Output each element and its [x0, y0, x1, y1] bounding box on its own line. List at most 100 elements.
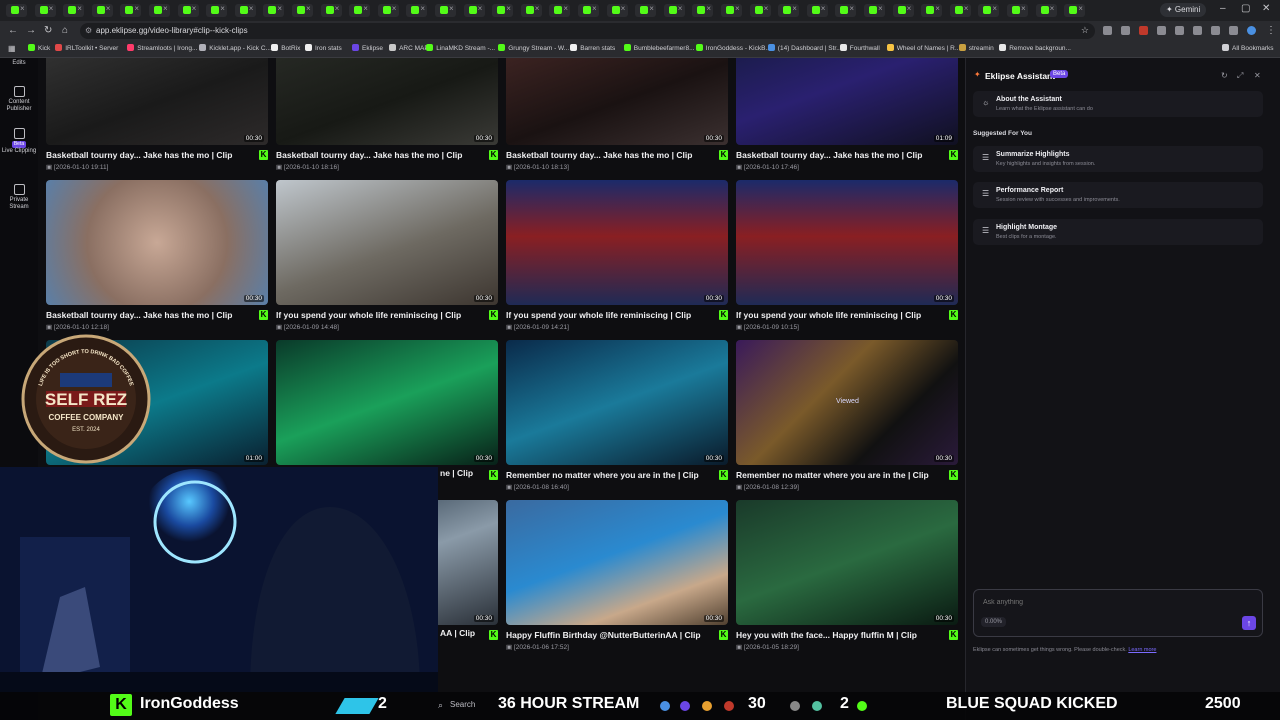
bookmark-item[interactable]: Kicklet.app - Kick C...	[199, 44, 271, 54]
send-arrow-icon[interactable]: ↑	[1242, 616, 1256, 630]
browser-tab[interactable]: ×	[949, 4, 971, 17]
clip-title[interactable]: Remember no matter where you are in the …	[506, 470, 716, 480]
profile-avatar[interactable]	[1247, 26, 1256, 35]
bookmark-item[interactable]: Grungy Stream - W...	[498, 44, 569, 54]
tab-close-icon[interactable]: ×	[277, 4, 282, 13]
tab-close-icon[interactable]: ×	[106, 4, 111, 13]
tab-close-icon[interactable]: ×	[621, 4, 626, 13]
clip-thumbnail[interactable]: 00:30 Viewed	[736, 340, 958, 465]
bookmark-item[interactable]: BotRix	[271, 44, 300, 54]
tab-close-icon[interactable]: ×	[849, 4, 854, 13]
bookmark-item[interactable]: Bumblebeefarmer8...	[623, 44, 695, 54]
bookmark-item[interactable]: Iron stats	[305, 44, 342, 54]
extension-icon[interactable]	[1193, 26, 1202, 35]
tab-close-icon[interactable]: ×	[764, 4, 769, 13]
about-assistant-item[interactable]: ☼ About the Assistant Learn what the Ekl…	[973, 91, 1263, 117]
tab-close-icon[interactable]: ×	[249, 4, 254, 13]
tab-close-icon[interactable]: ×	[220, 4, 225, 13]
clip-title[interactable]: Basketball tourny day... Jake has the mo…	[46, 150, 256, 160]
clip-card[interactable]: 00:30 Basketball tourny day... Jake has t…	[506, 58, 728, 171]
browser-tab[interactable]: ×	[120, 4, 142, 17]
nav-edits[interactable]: Edits	[0, 60, 38, 67]
bookmark-star-icon[interactable]: ☆	[1081, 25, 1089, 36]
clip-thumbnail[interactable]: 00:30	[276, 58, 498, 145]
search-icon[interactable]: ⌕	[438, 700, 443, 711]
clip-title[interactable]: Remember no matter where you are in the …	[736, 470, 946, 480]
clip-title[interactable]: Hey you with the face... Happy fluffin M…	[736, 630, 946, 640]
browser-tab[interactable]: ×	[149, 4, 170, 17]
browser-tab[interactable]: ×	[63, 4, 85, 17]
bookmark-item[interactable]: LinaMKD Stream -...	[426, 44, 495, 54]
clip-card[interactable]: 00:30 Viewed Remember no matter where you …	[736, 340, 958, 491]
clip-card[interactable]: 01:09 Basketball tourny day... Jake has t…	[736, 58, 958, 171]
clip-card[interactable]: 00:30 If you spend your whole life remini…	[736, 180, 958, 331]
taskbar-app-icon[interactable]	[702, 701, 712, 711]
back-icon[interactable]: ←	[8, 25, 18, 36]
browser-tab[interactable]: ×	[34, 4, 56, 17]
gemini-button[interactable]: ✦ Gemini	[1160, 3, 1207, 17]
browser-tab[interactable]: ×	[1035, 4, 1057, 17]
suggestion-summarize-highlights[interactable]: ☰ Summarize Highlights Key highlights an…	[973, 146, 1263, 172]
browser-tab[interactable]: ×	[1064, 4, 1086, 17]
clip-card[interactable]: 00:30 Remember no matter where you are in…	[506, 340, 728, 491]
clip-card[interactable]: 00:30 Basketball tourny day... Jake has t…	[46, 180, 268, 331]
refresh-icon[interactable]: ↻	[1221, 71, 1228, 80]
expand-icon[interactable]: ⤢	[1237, 71, 1243, 81]
close-window-icon[interactable]: ✕	[1262, 3, 1270, 14]
reload-icon[interactable]: ↻	[44, 25, 52, 36]
browser-tab[interactable]: ×	[463, 4, 485, 17]
browser-tab[interactable]: ×	[806, 4, 828, 17]
tab-close-icon[interactable]: ×	[649, 4, 654, 13]
apps-grid-icon[interactable]: ▦	[8, 44, 16, 53]
tab-close-icon[interactable]: ×	[735, 4, 740, 13]
extension-icon[interactable]	[1103, 26, 1112, 35]
browser-tab[interactable]: ×	[778, 4, 800, 17]
suggestion-performance-report[interactable]: ☰ Performance Report Session review with…	[973, 182, 1263, 208]
close-panel-icon[interactable]: ✕	[1254, 71, 1261, 80]
tab-close-icon[interactable]: ×	[706, 4, 711, 13]
tab-close-icon[interactable]: ×	[478, 4, 483, 13]
browser-tab[interactable]: ×	[406, 4, 428, 17]
browser-tab[interactable]: ×	[234, 4, 256, 17]
bookmark-item[interactable]: (14) Dashboard | Str...	[767, 44, 842, 54]
clip-title[interactable]: Basketball tourny day... Jake has the mo…	[736, 150, 946, 160]
clip-title[interactable]: If you spend your whole life reminiscing…	[506, 310, 716, 320]
tab-close-icon[interactable]: ×	[907, 4, 912, 13]
taskbar-app-icon[interactable]	[680, 701, 690, 711]
clip-card[interactable]: 00:30 Happy Fluffin Birthday @NutterButte…	[506, 500, 728, 651]
menu-kebab-icon[interactable]: ⋮	[1266, 25, 1276, 36]
browser-tab[interactable]: ×	[549, 4, 571, 17]
tab-close-icon[interactable]: ×	[992, 4, 997, 13]
clip-title[interactable]: Basketball tourny day... Jake has the mo…	[506, 150, 716, 160]
browser-tab[interactable]: ×	[177, 4, 199, 17]
bookmark-item[interactable]: ARC MAP	[389, 44, 429, 54]
chat-input-box[interactable]: 0.00% ↑	[973, 589, 1263, 637]
tab-close-icon[interactable]: ×	[935, 4, 940, 13]
clip-card[interactable]: 00:30 Basketball tourny day... Jake has t…	[46, 58, 268, 171]
browser-tab[interactable]: ×	[6, 4, 27, 17]
all-bookmarks-folder[interactable]: All Bookmarks	[1222, 44, 1274, 54]
browser-tab[interactable]: ×	[921, 4, 943, 17]
browser-tab[interactable]: ×	[578, 4, 599, 17]
bookmark-item[interactable]: Fourthwall	[839, 44, 880, 54]
nav-content-publisher[interactable]: Content Publisher	[0, 86, 38, 113]
tab-close-icon[interactable]: ×	[49, 4, 54, 13]
browser-tab[interactable]: ×	[892, 4, 914, 17]
tab-close-icon[interactable]: ×	[335, 4, 340, 13]
browser-tab[interactable]: ×	[1007, 4, 1028, 17]
tab-close-icon[interactable]: ×	[1050, 4, 1055, 13]
clip-thumbnail[interactable]: 00:30	[506, 500, 728, 625]
bookmark-item[interactable]: Eklipse	[352, 44, 383, 54]
clip-card[interactable]: 00:30K	[276, 340, 498, 480]
clip-card[interactable]: 00:30 If you spend your whole life remini…	[276, 180, 498, 331]
bookmark-item[interactable]: Barren stats	[570, 44, 615, 54]
clip-thumbnail[interactable]: 00:30	[46, 180, 268, 305]
downloads-icon[interactable]	[1229, 26, 1238, 35]
browser-tab[interactable]: ×	[91, 4, 113, 17]
taskbar-search[interactable]: Search	[450, 700, 475, 709]
address-bar[interactable]: ⚙ app.eklipse.gg/video-library#clip--kic…	[80, 23, 1095, 39]
extension-icon[interactable]	[1175, 26, 1184, 35]
clip-thumbnail[interactable]: 00:30	[276, 180, 498, 305]
bookmark-item[interactable]: IronGoddess - KickB...	[695, 44, 771, 54]
taskbar-app-icon[interactable]	[724, 701, 734, 711]
